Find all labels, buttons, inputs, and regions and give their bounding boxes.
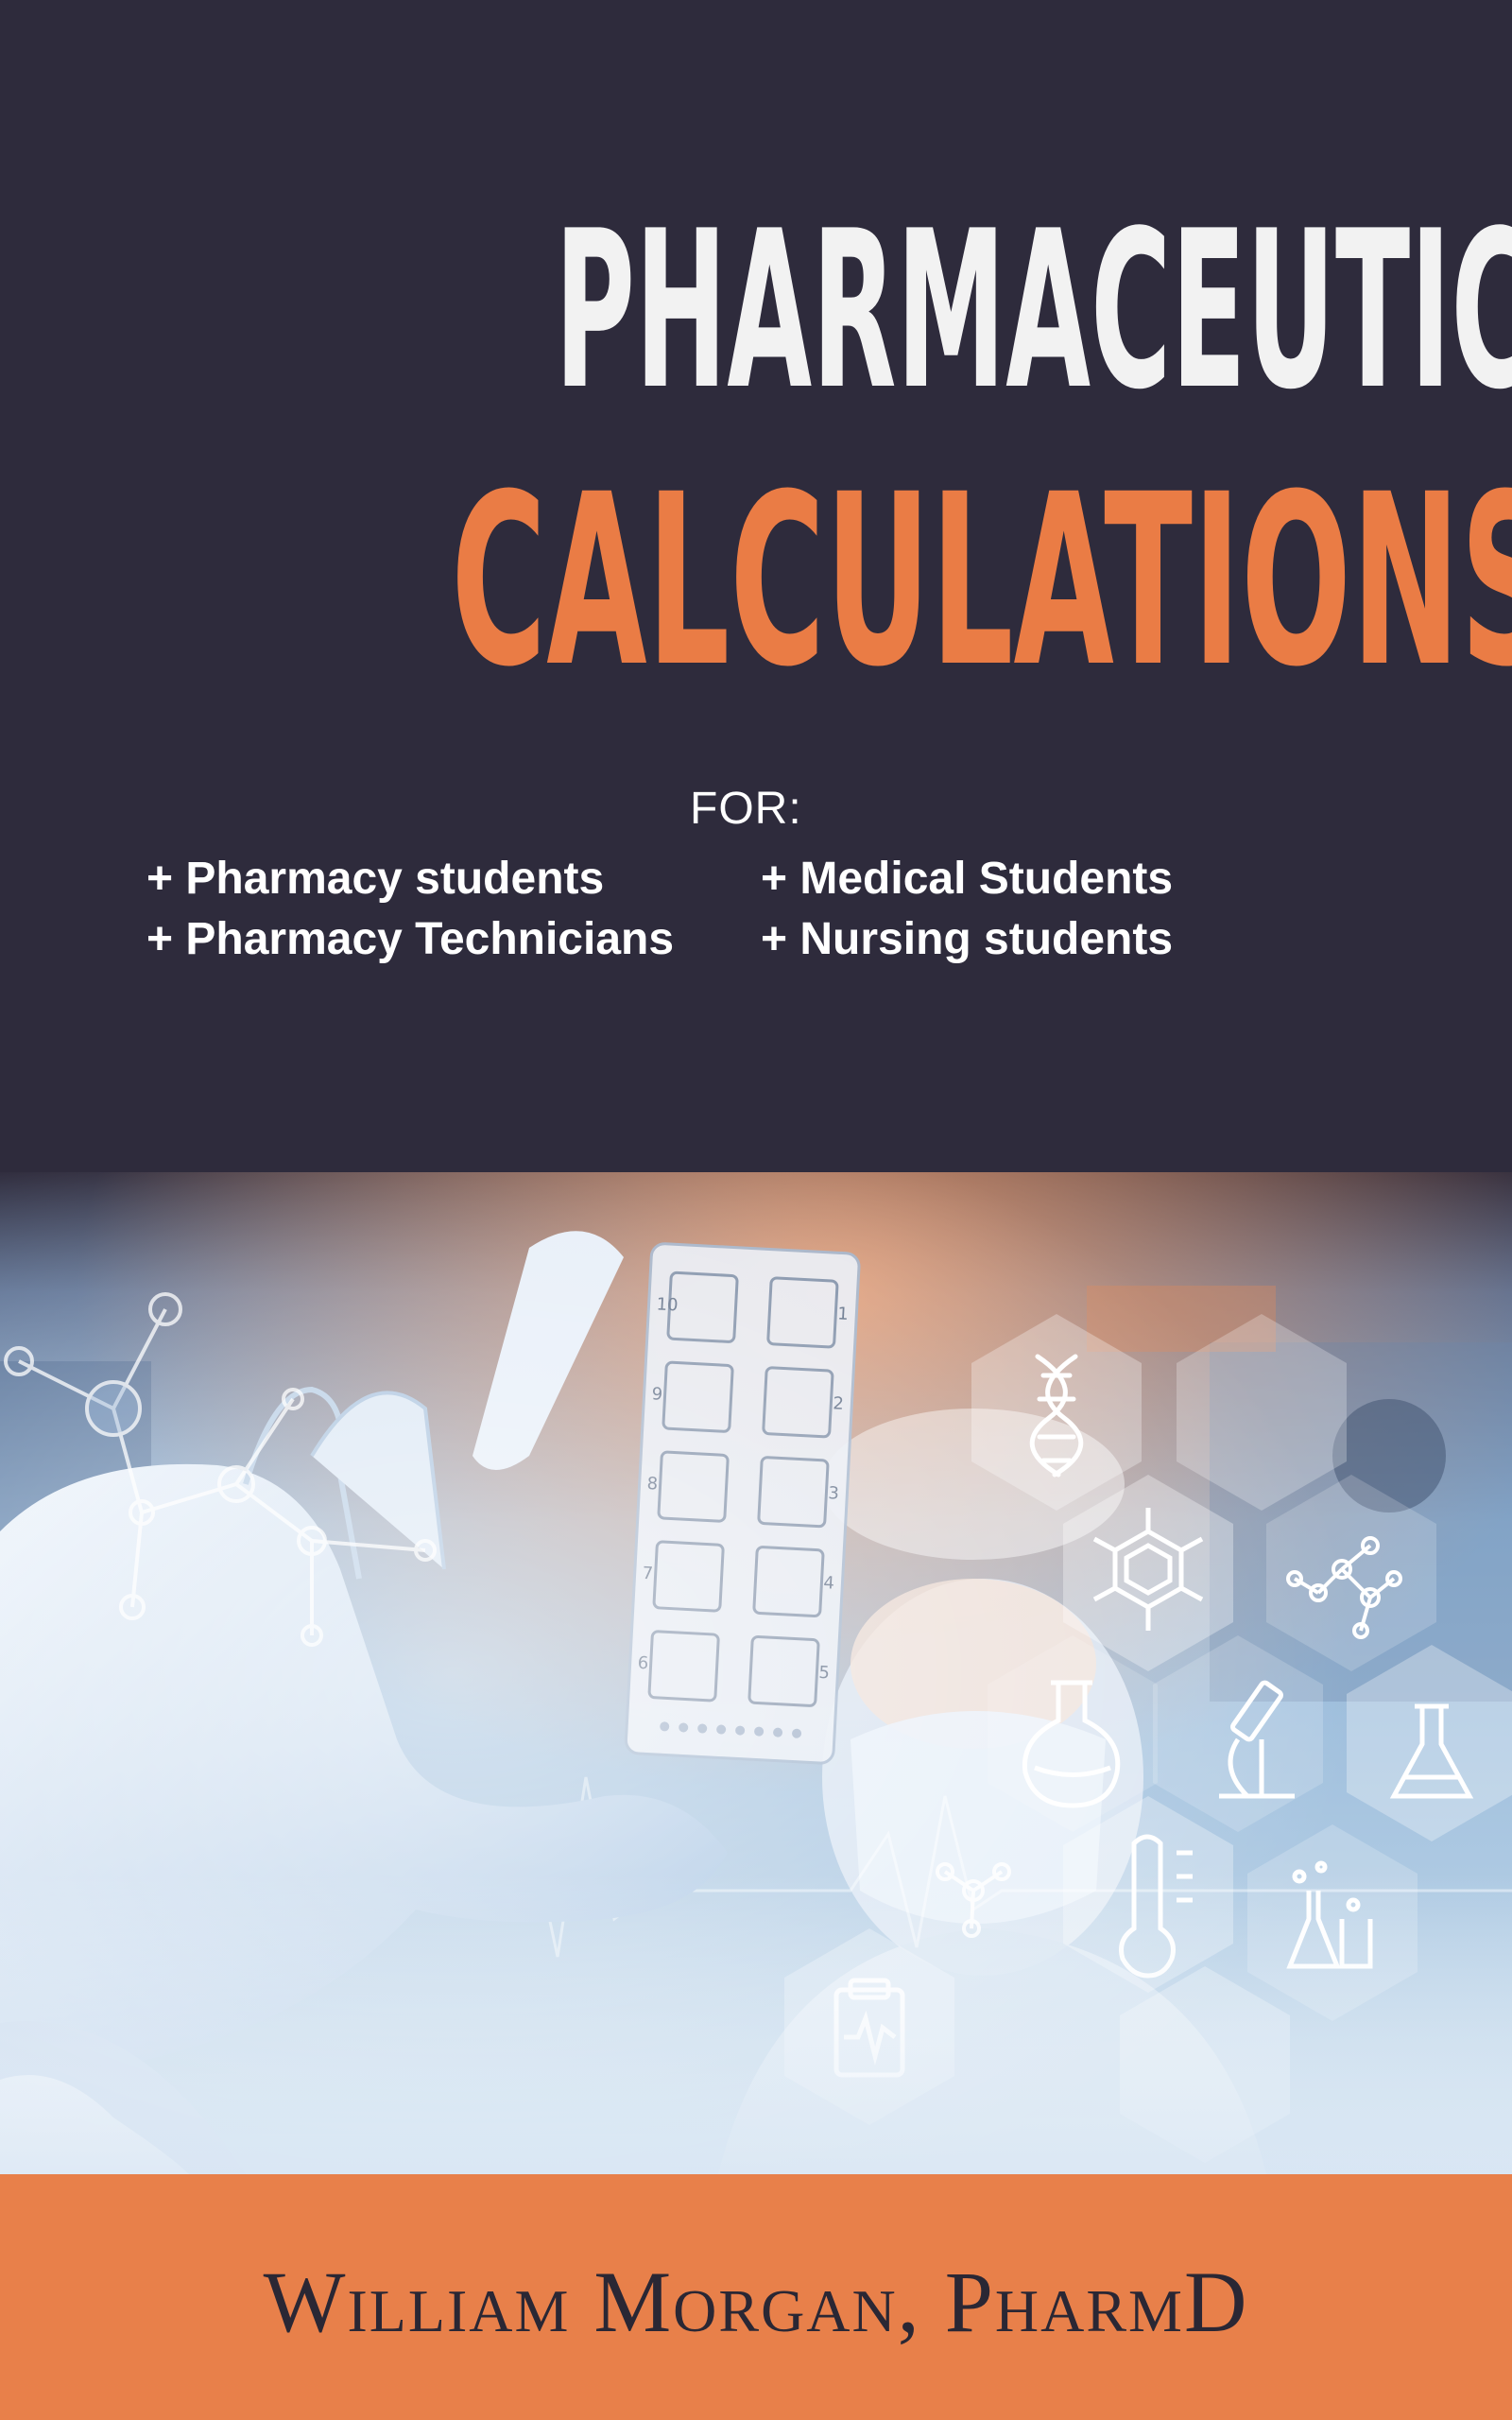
audience-nursing-students: + Nursing students bbox=[761, 914, 1174, 964]
audience-medical-students: + Medical Students bbox=[761, 854, 1174, 904]
lab-photo: 10 1 9 2 8 3 7 4 6 5 bbox=[0, 1172, 1512, 2174]
title-line-1: PHARMACEUTICAL bbox=[554, 185, 1512, 438]
audience-pharmacy-students: + Pharmacy students bbox=[146, 854, 605, 904]
author-name: William Morgan, PharmD bbox=[263, 2254, 1249, 2350]
title-line-2: CALCULATIONS bbox=[451, 443, 1512, 718]
audience-pharmacy-technicians: + Pharmacy Technicians bbox=[146, 914, 675, 964]
book-cover: PHARMACEUTICAL CALCULATIONS FOR: + Pharm… bbox=[0, 0, 1512, 2420]
for-label: FOR: bbox=[690, 784, 802, 834]
